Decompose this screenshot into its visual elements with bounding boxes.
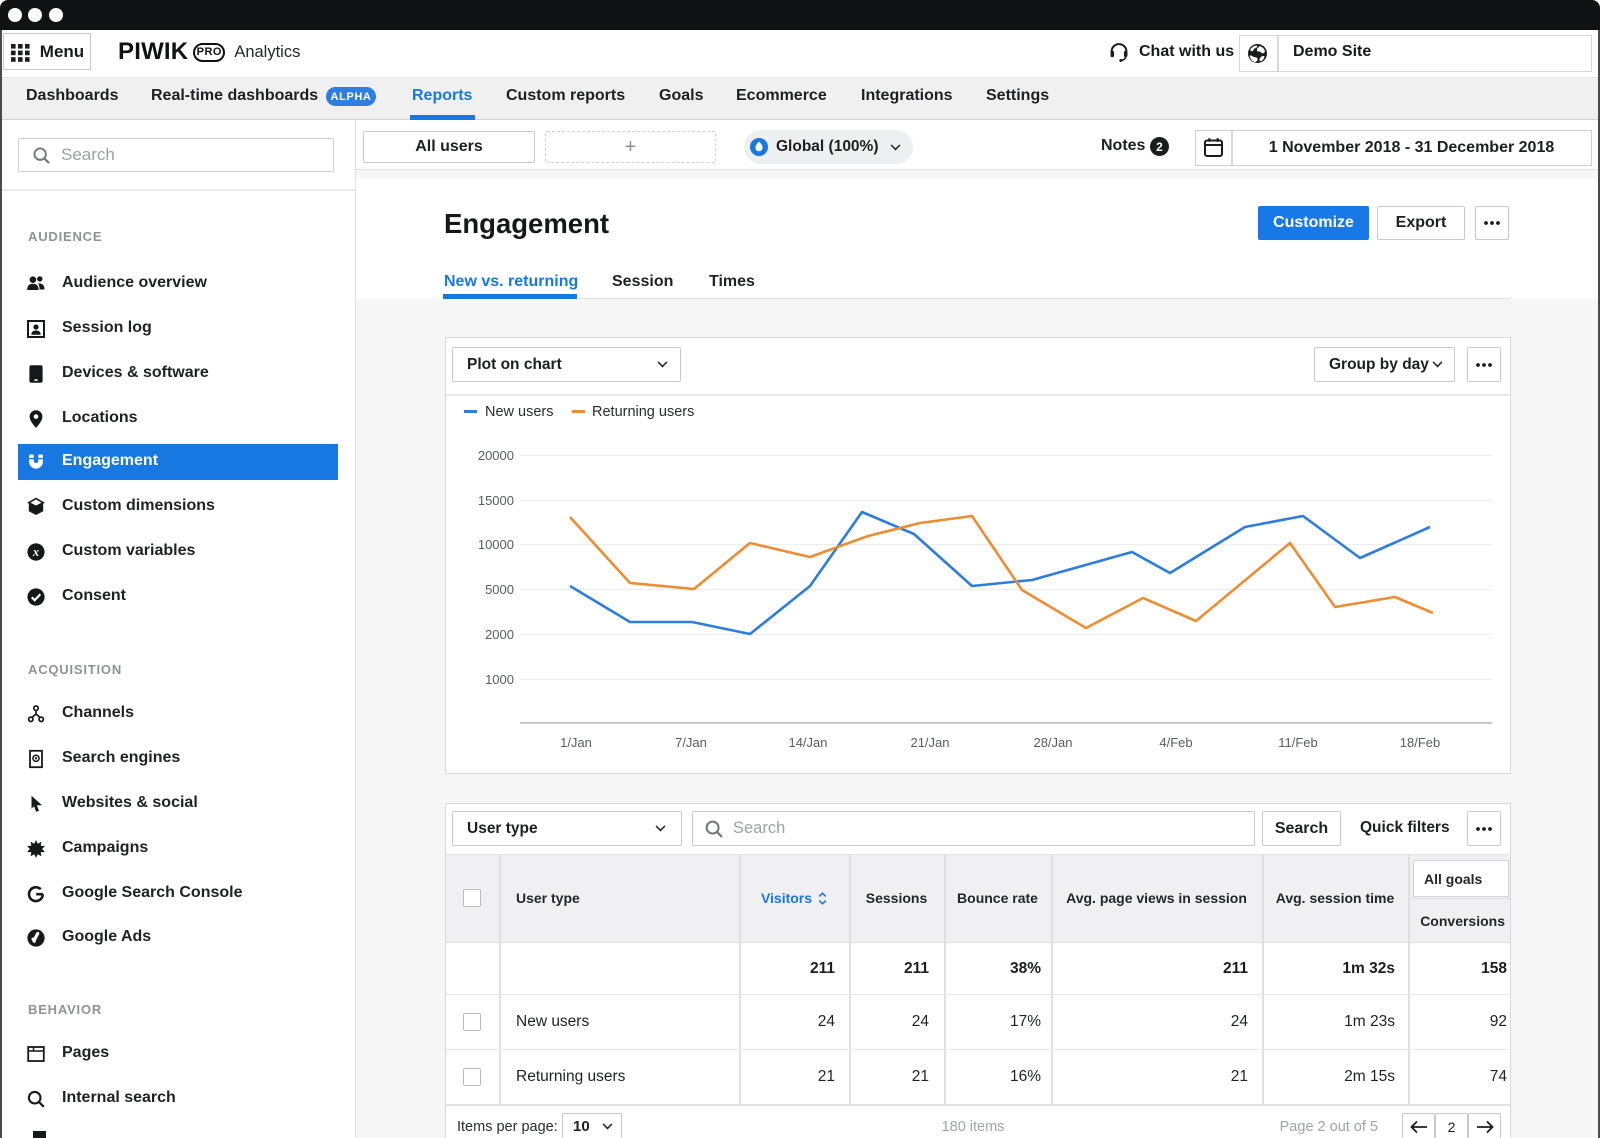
svg-text:x: x [32,545,39,559]
